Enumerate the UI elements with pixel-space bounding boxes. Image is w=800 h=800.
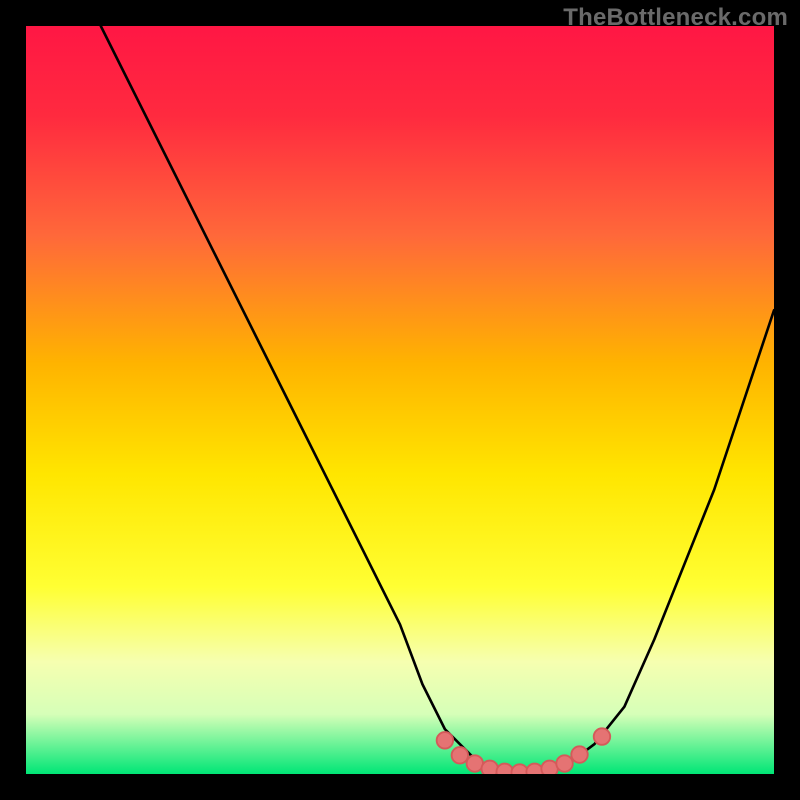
chart-frame: { "watermark": "TheBottleneck.com", "dim… (0, 0, 800, 800)
plot-area (26, 26, 774, 774)
heat-gradient (26, 26, 774, 774)
